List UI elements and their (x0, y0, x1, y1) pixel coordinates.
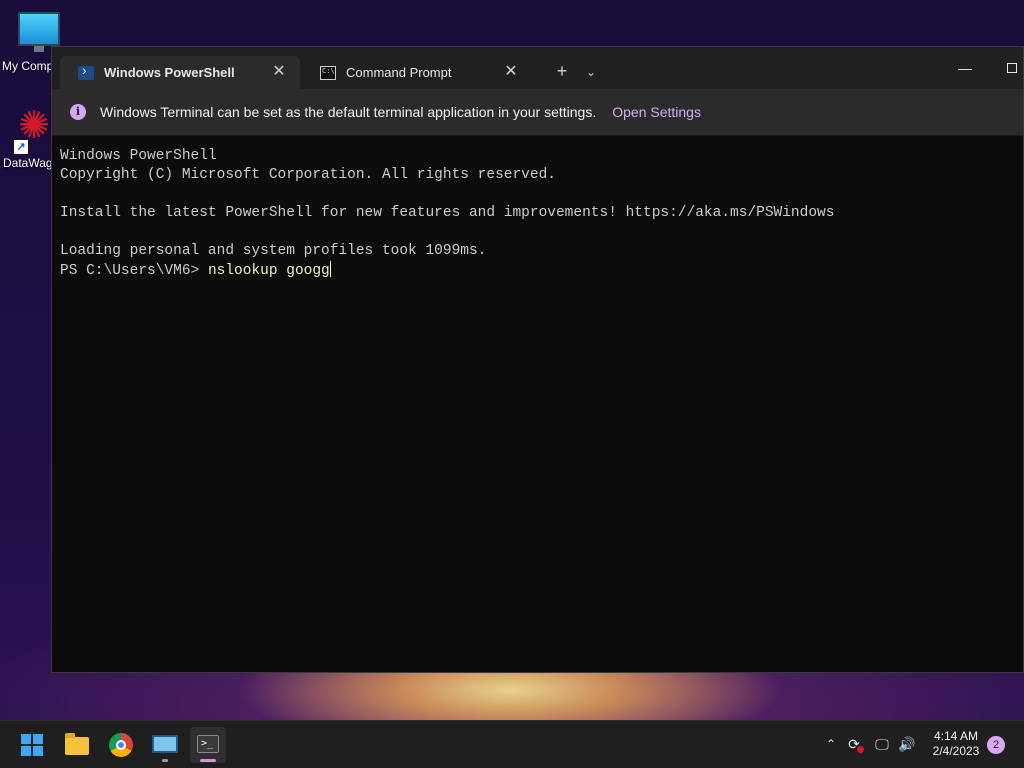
terminal-icon: >_ (197, 735, 219, 753)
close-icon[interactable]: ✕ (270, 63, 288, 81)
tab-title: Windows PowerShell (104, 65, 235, 80)
output-line: Windows PowerShell (60, 148, 217, 164)
desktop-icon-label: My Comp (2, 59, 54, 73)
folder-icon (65, 733, 89, 755)
powershell-icon (78, 62, 94, 80)
output-line: Copyright (C) Microsoft Corporation. All… (60, 167, 556, 183)
taskbar-chrome[interactable] (103, 727, 139, 763)
taskbar-file-explorer[interactable] (59, 727, 95, 763)
desktop-icon-label: DataWag (3, 156, 53, 170)
network-icon[interactable]: 🖵 (871, 733, 893, 755)
sync-icon[interactable]: ⟳ (843, 733, 865, 755)
alert-dot (857, 746, 864, 753)
clock-date: 2/4/2023 (932, 744, 980, 758)
cmd-icon (320, 65, 336, 80)
terminal-window: Windows PowerShell ✕ Command Prompt ✕ + … (51, 46, 1024, 673)
clock[interactable]: 4:14 AM 2/4/2023 (926, 729, 986, 759)
output-line: Install the latest PowerShell for new fe… (60, 205, 835, 221)
tab-command-prompt[interactable]: Command Prompt ✕ (302, 56, 532, 89)
shortcut-arrow-icon: ↗ (14, 140, 28, 154)
chevron-up-icon[interactable]: ⌃ (820, 733, 842, 755)
new-tab-button[interactable]: + (550, 61, 574, 83)
info-message: Windows Terminal can be set as the defau… (100, 104, 597, 120)
start-button[interactable] (14, 727, 50, 763)
notification-badge[interactable]: 2 (987, 736, 1005, 754)
info-bar: i Windows Terminal can be set as the def… (52, 89, 1023, 136)
tab-windows-powershell[interactable]: Windows PowerShell ✕ (60, 56, 300, 89)
taskbar: >_ ⌃ ⟳ 🖵 🔊 4:14 AM 2/4/2023 2 (0, 720, 1024, 768)
control-panel-icon (152, 735, 178, 753)
maximize-button[interactable] (994, 55, 1023, 81)
terminal-output[interactable]: Windows PowerShell Copyright (C) Microso… (60, 147, 1015, 647)
computer-icon-stand (34, 46, 44, 52)
info-icon: i (70, 104, 86, 120)
open-settings-link[interactable]: Open Settings (612, 104, 701, 120)
output-line: Loading personal and system profiles too… (60, 243, 487, 259)
close-icon[interactable]: ✕ (502, 63, 520, 81)
minimize-button[interactable]: — (947, 55, 983, 81)
chrome-icon (109, 733, 133, 757)
computer-icon (18, 12, 60, 46)
running-indicator (162, 759, 168, 762)
chevron-down-icon[interactable]: ⌄ (580, 61, 602, 83)
taskbar-terminal[interactable]: >_ (190, 727, 226, 763)
active-indicator (200, 759, 216, 762)
title-bar[interactable]: Windows PowerShell ✕ Command Prompt ✕ + … (52, 47, 1023, 89)
command-input[interactable]: nslookup googg (208, 263, 330, 279)
volume-icon[interactable]: 🔊 (896, 733, 918, 755)
prompt-line[interactable]: PS C:\Users\VM6> nslookup googg (60, 261, 1015, 280)
clock-time: 4:14 AM (933, 729, 979, 743)
maximize-icon (1007, 63, 1017, 73)
taskbar-control-panel[interactable] (147, 727, 183, 763)
prompt: PS C:\Users\VM6> (60, 263, 208, 279)
tab-title: Command Prompt (346, 65, 452, 80)
text-cursor (329, 261, 331, 277)
windows-start-icon (21, 734, 43, 756)
